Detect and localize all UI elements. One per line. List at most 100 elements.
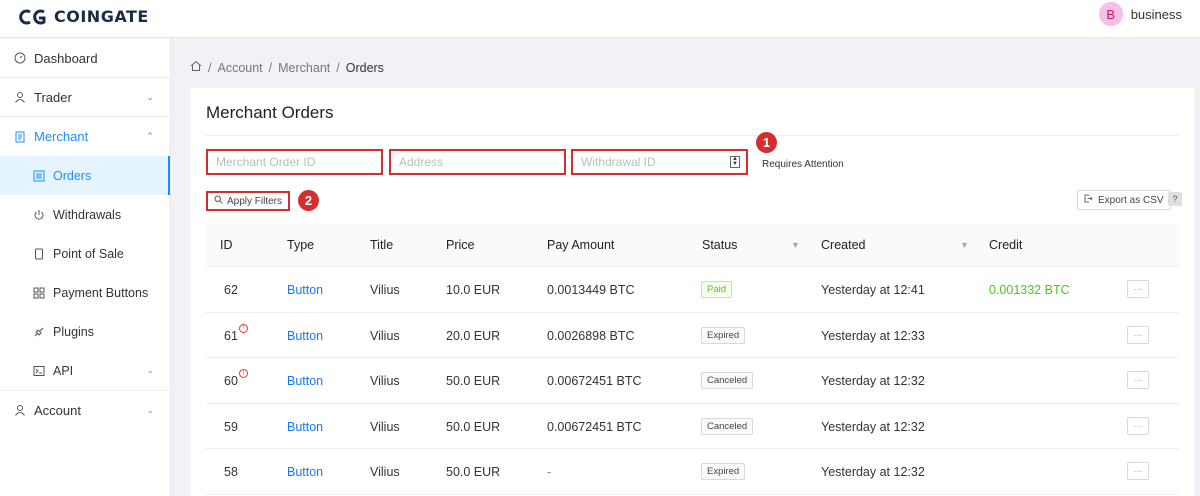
apply-filters-label: Apply Filters: [227, 195, 283, 207]
avatar[interactable]: B: [1098, 2, 1123, 26]
sidebar-item-payment-buttons[interactable]: Payment Buttons: [0, 273, 170, 312]
sidebar-item-point-of-sale[interactable]: Point of Sale: [0, 234, 170, 273]
table-row[interactable]: 62 Button Vilius 10.0 EUR 0.0013449 BTC …: [206, 267, 1179, 313]
table-row[interactable]: 61 ! Button Vilius 20.0 EUR 0.0026898 BT…: [206, 313, 1179, 358]
sidebar-item-merchant[interactable]: Merchant ⌃: [0, 117, 170, 156]
column-type[interactable]: Type: [287, 238, 314, 252]
column-status[interactable]: Status: [702, 238, 737, 252]
breadcrumb-account[interactable]: Account: [217, 61, 262, 75]
breadcrumb-merchant[interactable]: Merchant: [278, 61, 330, 75]
column-credit[interactable]: Credit: [989, 238, 1022, 252]
username[interactable]: business: [1131, 7, 1182, 22]
order-price: 50.0 EUR: [446, 419, 501, 434]
breadcrumb-separator: /: [208, 60, 212, 75]
grid-icon: [33, 287, 45, 299]
help-button[interactable]: ?: [1168, 192, 1182, 206]
order-id: 62: [224, 283, 238, 297]
status-badge: Canceled: [701, 417, 754, 435]
order-created: Yesterday at 12:41: [821, 283, 925, 297]
withdrawal-id-placeholder: Withdrawal ID: [581, 155, 656, 169]
column-created[interactable]: Created: [821, 238, 865, 252]
more-actions-button[interactable]: ···: [1127, 416, 1149, 435]
filter-icon[interactable]: ▼: [960, 240, 969, 250]
coingate-logo-icon: [19, 9, 46, 24]
merchant-order-id-input[interactable]: Merchant Order ID: [206, 149, 383, 175]
order-pay-amount: 0.00672451 BTC: [547, 419, 642, 434]
sidebar-item-orders[interactable]: Orders: [0, 156, 170, 195]
order-price: 50.0 EUR: [446, 465, 501, 479]
order-type-link[interactable]: Button: [287, 374, 323, 388]
table-row[interactable]: 60 ! Button Vilius 50.0 EUR 0.00672451 B…: [206, 358, 1179, 404]
export-csv-button[interactable]: Export as CSV: [1077, 190, 1171, 210]
more-actions-button[interactable]: ···: [1127, 462, 1149, 480]
more-actions-button[interactable]: ···: [1127, 371, 1149, 389]
breadcrumb-orders: Orders: [345, 60, 384, 75]
sidebar-item-label: Dashboard: [34, 50, 98, 66]
status-badge: Canceled: [701, 372, 754, 389]
table-row[interactable]: 59 Button Vilius 50.0 EUR 0.00672451 BTC…: [206, 404, 1179, 449]
sidebar-item-label: Orders: [53, 168, 92, 183]
breadcrumb-separator: /: [336, 60, 340, 75]
apply-filters-button[interactable]: Apply Filters: [206, 191, 291, 211]
chevron-up-icon: ⌃: [146, 131, 154, 141]
user-menu[interactable]: B business: [1098, 2, 1182, 26]
order-title: Vilius: [370, 374, 400, 388]
receipt-icon: [14, 131, 26, 143]
order-pay-amount: -: [547, 465, 552, 479]
column-pay-amount[interactable]: Pay Amount: [547, 238, 614, 252]
order-created: Yesterday at 12:32: [821, 419, 925, 434]
table-header: ID Type Title Price Pay Amount Status ▼ …: [206, 224, 1179, 267]
order-price: 20.0 EUR: [446, 328, 501, 343]
sidebar-item-dashboard[interactable]: Dashboard: [0, 39, 170, 78]
column-price[interactable]: Price: [446, 238, 474, 252]
number-stepper-icon[interactable]: ▲ ▼: [730, 156, 740, 168]
breadcrumb: / Account / Merchant / Orders: [190, 60, 384, 75]
coingate-logo[interactable]: COINGATE: [18, 7, 149, 26]
terminal-icon: [33, 365, 45, 377]
table-row[interactable]: 58 Button Vilius 50.0 EUR - Expired Yest…: [206, 449, 1179, 495]
sidebar-item-label: Payment Buttons: [53, 285, 149, 300]
order-type-link[interactable]: Button: [287, 465, 323, 479]
annotation-badge-1: 1: [756, 132, 777, 153]
filter-icon[interactable]: ▼: [791, 240, 800, 250]
order-type-link[interactable]: Button: [287, 420, 323, 434]
column-title[interactable]: Title: [370, 238, 393, 252]
sidebar-item-label: Trader: [34, 89, 72, 105]
chevron-down-icon: ⌄: [146, 91, 154, 102]
order-type-link[interactable]: Button: [287, 283, 323, 297]
order-id-cell: 60 !: [224, 369, 248, 388]
order-created: Yesterday at 12:32: [821, 374, 925, 388]
orders-card: Merchant Orders Merchant Order ID Addres…: [191, 88, 1194, 496]
withdrawal-id-input[interactable]: Withdrawal ID ▲ ▼: [571, 149, 748, 175]
page-title: Merchant Orders: [206, 103, 334, 122]
user-icon: [14, 91, 26, 103]
chevron-down-icon: ⌄: [146, 404, 154, 415]
sidebar-item-label: Plugins: [53, 324, 94, 339]
search-icon: [214, 195, 223, 207]
sidebar-item-withdrawals[interactable]: Withdrawals: [0, 195, 170, 234]
order-id-cell: 61 !: [224, 323, 248, 343]
order-type-link[interactable]: Button: [287, 329, 323, 343]
sidebar-item-plugins[interactable]: Plugins: [0, 312, 170, 351]
warning-icon: !: [238, 323, 248, 333]
status-badge: Expired: [701, 326, 746, 344]
orders-table: ID Type Title Price Pay Amount Status ▼ …: [206, 224, 1179, 495]
more-actions-button[interactable]: ···: [1127, 325, 1149, 344]
order-title: Vilius: [370, 283, 400, 297]
more-actions-button[interactable]: ···: [1127, 280, 1149, 298]
sidebar-item-account[interactable]: Account ⌄: [0, 390, 170, 429]
sidebar-item-trader[interactable]: Trader ⌄: [0, 78, 170, 117]
divider: [206, 135, 1179, 136]
sidebar-item-api[interactable]: API ⌄: [0, 351, 170, 390]
status-badge: Expired: [701, 463, 746, 480]
column-id[interactable]: ID: [220, 238, 233, 252]
sidebar-item-label: Merchant: [34, 129, 89, 144]
home-icon[interactable]: [190, 60, 202, 75]
gauge-icon: [14, 52, 26, 64]
address-input[interactable]: Address: [389, 149, 566, 175]
logo-text: COINGATE: [54, 7, 149, 26]
warning-icon: !: [238, 369, 248, 378]
user-icon: [14, 404, 26, 416]
breadcrumb-separator: /: [268, 60, 273, 75]
requires-attention-label[interactable]: Requires Attention: [762, 159, 844, 170]
